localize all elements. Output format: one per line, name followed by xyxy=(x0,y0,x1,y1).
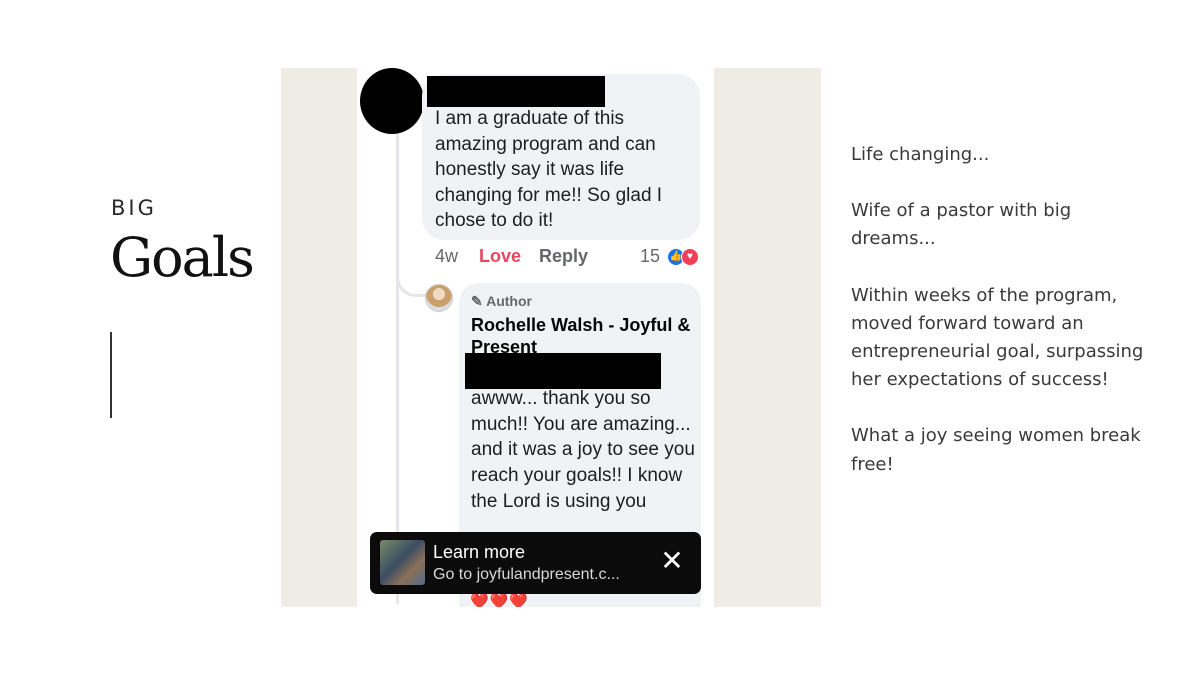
reply-author-name[interactable]: Rochelle Walsh - Joyful & Present xyxy=(471,314,695,358)
learn-more-link[interactable]: Go to joyfulandpresent.c... xyxy=(433,566,620,584)
avatar[interactable] xyxy=(425,284,453,312)
screenshot-panel: I am a graduate of this amazing program … xyxy=(281,68,821,607)
close-icon[interactable]: ✕ xyxy=(657,546,687,576)
learn-more-banner[interactable]: Learn more Go to joyfulandpresent.c... ✕ xyxy=(370,532,701,594)
author-badge: ✎ Author xyxy=(471,293,532,310)
redacted-mention xyxy=(465,353,661,389)
reply-button[interactable]: Reply xyxy=(539,246,588,267)
comment-text: I am a graduate of this amazing program … xyxy=(435,108,663,231)
author-badge-label: Author xyxy=(486,293,532,309)
caption: Life changing... Wife of a pastor with b… xyxy=(851,141,1161,507)
heart-emoji: ❤️❤️❤️ xyxy=(470,593,530,607)
love-button[interactable]: Love xyxy=(479,246,521,267)
caption-line-3: Within weeks of the program, moved forwa… xyxy=(851,284,1144,391)
thread-curve xyxy=(396,264,429,297)
caption-line-2: Wife of a pastor with big dreams... xyxy=(851,200,1072,250)
title-small: BIG xyxy=(111,196,157,220)
learn-more-title: Learn more xyxy=(433,542,526,562)
facebook-comments: I am a graduate of this amazing program … xyxy=(357,68,714,607)
comment-actions: 4w Love Reply 15 👍 ♥ xyxy=(435,246,705,268)
divider-line xyxy=(110,332,112,418)
caption-line-4: What a joy seeing women break free! xyxy=(851,425,1141,475)
redacted-avatar xyxy=(360,68,424,134)
page-title: Goals xyxy=(110,226,255,289)
love-icon: ♥ xyxy=(681,248,699,266)
reply-text: awww... thank you so much!! You are amaz… xyxy=(471,388,695,512)
comment-timestamp: 4w xyxy=(435,246,459,266)
caption-line-1: Life changing... xyxy=(851,144,990,165)
reaction-count[interactable]: 15 xyxy=(640,246,660,267)
pencil-icon: ✎ xyxy=(471,293,483,309)
redacted-name xyxy=(427,76,605,107)
banner-thumbnail xyxy=(380,540,425,585)
